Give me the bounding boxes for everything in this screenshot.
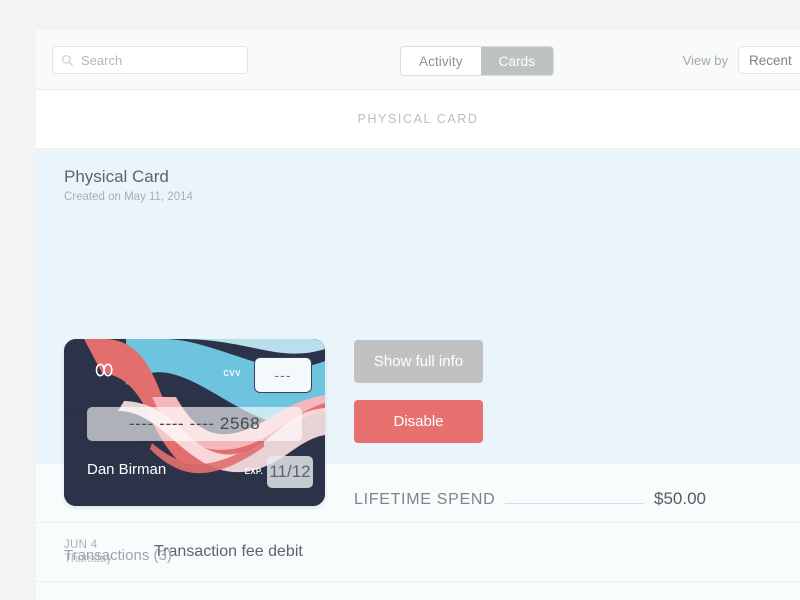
- search-box[interactable]: [52, 46, 248, 74]
- expiry-label: EXP.: [244, 467, 263, 476]
- card-number: ---- ---- ---- 2568: [87, 407, 302, 441]
- view-by-group: View by Recent: [683, 46, 800, 74]
- disable-card-button[interactable]: Disable: [354, 400, 483, 443]
- lifetime-spend-amount: $50.00: [654, 489, 706, 508]
- view-mode-segmented-control[interactable]: Activity Cards: [400, 46, 555, 76]
- page-title: Physical Card: [64, 167, 169, 186]
- card-detail-panel: Physical Card Created on May 11, 2014 CV…: [36, 149, 800, 564]
- app-window: Activity Cards View by Recent PHYSICAL C…: [36, 30, 800, 600]
- cvv-label: CVV: [223, 369, 241, 378]
- created-date: Created on May 11, 2014: [64, 191, 193, 203]
- top-toolbar: Activity Cards View by Recent: [36, 30, 800, 90]
- view-by-label: View by: [682, 52, 728, 68]
- infinity-logo-icon: [95, 363, 113, 377]
- section-header: PHYSICAL CARD: [36, 90, 800, 149]
- card-holder-name: Dan Birman: [87, 461, 167, 478]
- lifetime-spend-row: LIFETIME SPEND $50.00: [354, 489, 706, 509]
- tab-cards[interactable]: Cards: [480, 47, 554, 75]
- leader-line: [505, 503, 644, 504]
- search-icon: [62, 54, 73, 66]
- credit-card-visual[interactable]: CVV --- ---- ---- ---- 2568 Dan Birman E…: [64, 339, 325, 506]
- search-input[interactable]: [81, 52, 231, 68]
- view-by-selected-value: Recent: [749, 52, 792, 68]
- section-header-title: PHYSICAL CARD: [357, 112, 479, 126]
- transaction-description: Transaction fee debit: [154, 543, 303, 560]
- expiry-field[interactable]: 11/12: [267, 456, 313, 488]
- view-by-select[interactable]: Recent: [738, 46, 800, 74]
- lifetime-spend-label: LIFETIME SPEND: [354, 491, 496, 508]
- cvv-field[interactable]: ---: [254, 357, 312, 393]
- show-full-info-button[interactable]: Show full info: [354, 340, 483, 383]
- table-row[interactable]: JUN 3: [36, 582, 800, 600]
- tab-activity[interactable]: Activity: [401, 47, 481, 75]
- transactions-heading: Transactions (3): [64, 547, 172, 564]
